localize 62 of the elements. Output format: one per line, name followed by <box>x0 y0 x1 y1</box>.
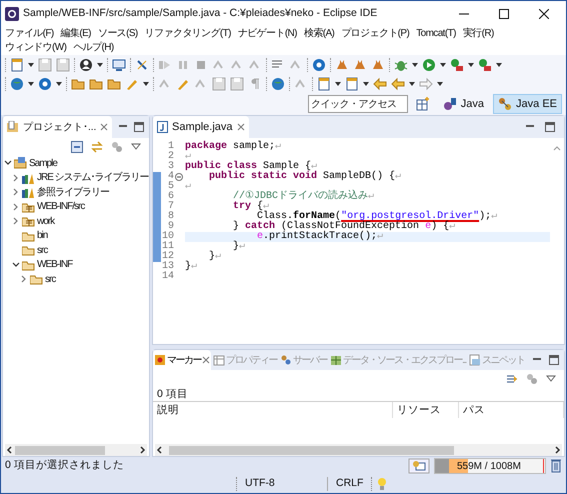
line-number: 5 <box>166 182 175 192</box>
menu-item[interactable]: 実行(R) <box>462 27 494 41</box>
explorer-tab[interactable]: プロジェクト･... <box>3 116 112 138</box>
code-line: ↵ <box>185 182 192 192</box>
panel-tab[interactable]: マーカー <box>153 350 211 370</box>
window-title: Sample/WEB-INF/src/sample/Sample.java - C:¥pleiades¥neko - Eclipse IDE <box>23 6 378 22</box>
perspective-button[interactable]: Java EE <box>493 94 562 114</box>
tab-label: プロジェクト･... <box>23 120 96 134</box>
code-line: } catch (ClassNotFoundException e) {↵ <box>232 222 456 232</box>
encoding-label: UTF-8 <box>244 476 276 492</box>
tree-item[interactable]: WEB-INF/src <box>37 199 84 214</box>
line-delimiter-label: CRLF <box>335 476 364 492</box>
tree-item[interactable]: Sample <box>29 156 57 171</box>
menu-item[interactable]: Tomcat(T) <box>416 27 456 41</box>
line-number: 8 <box>166 212 175 222</box>
status-message: 0 項目が選択されました <box>5 458 125 474</box>
perspective-button[interactable]: Java <box>438 94 490 114</box>
code-line: }↵ <box>232 242 246 252</box>
menu-item[interactable]: ソース(S) <box>98 27 138 41</box>
menu-item[interactable]: ナビゲート(N) <box>238 27 297 41</box>
menu-item[interactable]: ウィンドウ(W) <box>5 41 66 55</box>
tab-label: Sample.java <box>172 120 233 135</box>
menu-item[interactable]: プロジェクト(P) <box>341 27 410 41</box>
line-number: 2 <box>166 152 175 162</box>
line-number: 14 <box>161 272 175 282</box>
code-line: //①JDBCドライバの読み込み↵ <box>232 192 376 202</box>
menu-item[interactable]: 検索(A) <box>304 27 334 41</box>
tree-item[interactable]: JRE システム･ライブラリー <box>37 170 149 186</box>
line-number: 10 <box>161 232 175 242</box>
line-number: 3 <box>166 162 175 172</box>
code-line: public static void SampleDB() {↵ <box>208 172 402 182</box>
code-line: Class.forName("org.postgresol.Driver");↵ <box>257 212 498 222</box>
tree-item[interactable]: src <box>45 272 56 287</box>
tree-item[interactable]: 参照ライブラリー <box>37 184 109 200</box>
line-number: 6 <box>166 192 175 202</box>
code-line: }↵ <box>208 252 222 262</box>
code-line: }↵ <box>185 262 198 272</box>
line-number: 12 <box>161 252 175 262</box>
code-line: try {↵ <box>232 202 270 212</box>
code-line: ↵ <box>185 152 192 162</box>
menu-item[interactable]: ヘルプ(H) <box>73 41 114 55</box>
column-header[interactable]: 説明 <box>153 402 393 418</box>
line-number: 9 <box>168 222 175 232</box>
menu-item[interactable]: 編集(E) <box>60 27 91 41</box>
editor-tab[interactable]: Sample.java <box>153 116 249 138</box>
code-line: public class Sample {↵ <box>185 162 318 172</box>
tree-item[interactable]: bin <box>37 228 48 244</box>
column-header[interactable]: リソース <box>393 402 459 418</box>
tree-item[interactable]: WEB-INF <box>37 257 72 272</box>
column-header[interactable]: パス <box>459 402 564 418</box>
code-line: package sample;↵ <box>185 142 282 152</box>
line-number: 7 <box>166 202 175 212</box>
line-number: 1 <box>166 142 175 152</box>
tree-item[interactable]: work <box>37 214 54 229</box>
tree-item[interactable]: src <box>37 242 48 258</box>
line-number: 4 <box>166 172 175 182</box>
menu-item[interactable]: リファクタリング(T) <box>144 27 231 41</box>
line-number: 11 <box>161 242 175 252</box>
line-number: 13 <box>161 262 175 272</box>
menu-item[interactable]: ファイル(F) <box>5 27 54 41</box>
item-count: 0 項目 <box>156 388 189 401</box>
quick-access-field[interactable]: クイック・アクセス <box>308 95 408 113</box>
